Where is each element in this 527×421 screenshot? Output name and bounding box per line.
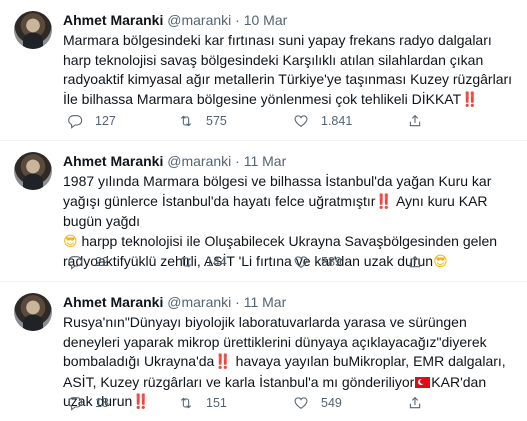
heart-icon: [293, 254, 309, 270]
reply-icon: [67, 395, 83, 411]
author-name[interactable]: Ahmet Maranki: [63, 153, 163, 169]
tweet[interactable]: Ahmet Maranki @maranki · 10 Mar Marmara …: [0, 0, 527, 141]
heart-icon: [293, 395, 309, 411]
tweet-date[interactable]: 11 Mar: [244, 153, 287, 169]
double-exclamation-emoji: ‼️: [214, 354, 232, 370]
tweet-date[interactable]: 10 Mar: [244, 12, 288, 28]
retweet-icon: [178, 254, 194, 270]
tweet-text-part: Marmara bölgesindeki kar fırtınası suni …: [63, 32, 513, 107]
like-button[interactable]: 589: [293, 254, 342, 270]
retweet-count: 575: [206, 114, 227, 128]
like-count: 589: [321, 255, 342, 269]
tweet-header: Ahmet Maranki @maranki · 11 Mar: [63, 294, 286, 310]
avatar[interactable]: [14, 11, 52, 49]
retweet-count: 144: [206, 255, 227, 269]
separator: ·: [235, 12, 240, 28]
tweet-date[interactable]: 11 Mar: [244, 294, 287, 310]
author-handle[interactable]: @maranki: [167, 12, 231, 28]
like-button[interactable]: 549: [293, 395, 342, 411]
avatar[interactable]: [14, 152, 52, 190]
tweet-actions: 18 151 549: [63, 395, 463, 415]
share-button[interactable]: [407, 254, 423, 270]
tweet-actions: 127 575 1.841: [63, 113, 463, 133]
retweet-count: 151: [206, 396, 227, 410]
sunglasses-emoji: 😎: [63, 233, 78, 250]
reply-button[interactable]: 127: [67, 113, 116, 129]
share-icon: [407, 395, 423, 411]
reply-button[interactable]: 18: [67, 395, 109, 411]
tweet-header: Ahmet Maranki @maranki · 10 Mar: [63, 12, 287, 28]
tweet-actions: 22 144 589: [63, 254, 463, 274]
tweet[interactable]: Ahmet Maranki @maranki · 11 Mar 1987 yıl…: [0, 141, 527, 282]
tweet-text: Marmara bölgesindeki kar fırtınası suni …: [63, 31, 518, 110]
retweet-button[interactable]: 144: [178, 254, 227, 270]
separator: ·: [235, 294, 240, 310]
retweet-icon: [178, 113, 194, 129]
retweet-button[interactable]: 575: [178, 113, 227, 129]
tweet[interactable]: Ahmet Maranki @maranki · 11 Mar Rusya'nı…: [0, 282, 527, 421]
retweet-icon: [178, 395, 194, 411]
share-button[interactable]: [407, 395, 423, 411]
reply-count: 22: [95, 255, 109, 269]
reply-button[interactable]: 22: [67, 254, 109, 270]
like-button[interactable]: 1.841: [293, 113, 352, 129]
double-exclamation-emoji: ‼️: [461, 91, 479, 108]
turkey-flag-icon: [415, 376, 431, 388]
reply-icon: [67, 254, 83, 270]
author-name[interactable]: Ahmet Maranki: [63, 12, 163, 28]
share-icon: [407, 113, 423, 129]
avatar[interactable]: [14, 293, 52, 331]
retweet-button[interactable]: 151: [178, 395, 227, 411]
heart-icon: [293, 113, 309, 129]
author-name[interactable]: Ahmet Maranki: [63, 294, 163, 310]
like-count: 549: [321, 396, 342, 410]
share-button[interactable]: [407, 113, 423, 129]
share-icon: [407, 254, 423, 270]
author-handle[interactable]: @maranki: [167, 153, 231, 169]
reply-count: 127: [95, 114, 116, 128]
double-exclamation-emoji: ‼️: [375, 193, 393, 210]
author-handle[interactable]: @maranki: [167, 294, 231, 310]
reply-icon: [67, 113, 83, 129]
separator: ·: [235, 153, 240, 169]
like-count: 1.841: [321, 114, 353, 128]
tweet-header: Ahmet Maranki @maranki · 11 Mar: [63, 153, 286, 169]
reply-count: 18: [95, 396, 109, 410]
